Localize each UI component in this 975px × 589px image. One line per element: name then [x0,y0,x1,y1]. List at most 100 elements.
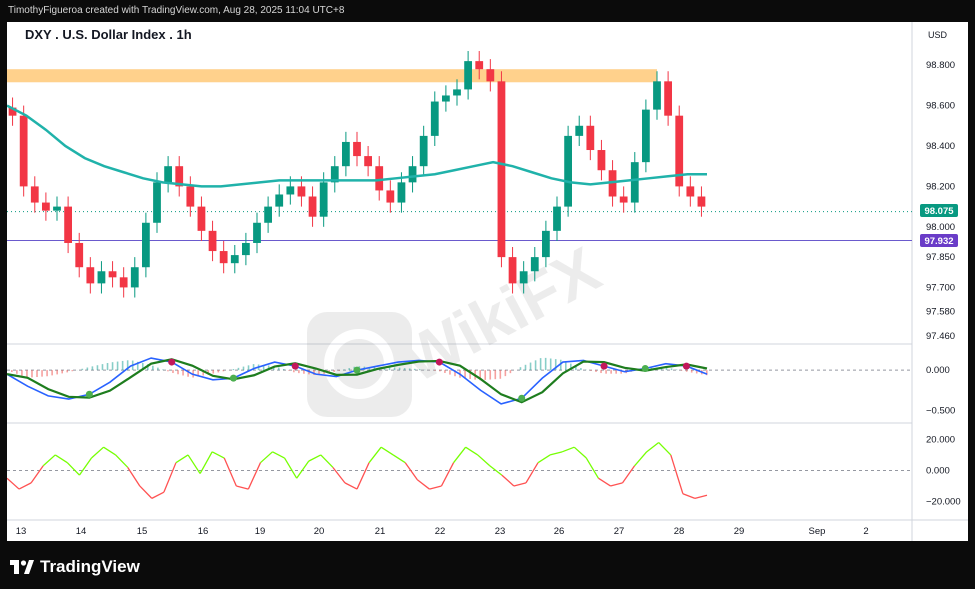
candle [697,186,706,217]
osc-segment [368,446,382,464]
osc-segment [610,482,623,487]
macd-histogram-bar [293,370,295,373]
osc-segment [465,446,479,456]
candle [264,196,272,233]
chart-svg[interactable]: WikiFX 98.800 98.600 98.400 98.200 98.000 97.… [7,22,968,541]
osc-tick-label: 20.000 [926,434,955,445]
last-price-value: 98.075 [924,206,954,217]
price-tick-label: 97.580 [926,307,955,318]
candle [119,267,128,298]
candle-body [530,257,539,272]
macd-histogram-bar [162,369,164,371]
tradingview-logo[interactable]: TradingView [10,557,140,577]
candle-body [53,206,61,211]
price-axis: 98.800 98.600 98.400 98.200 98.000 97.850 97.7… [926,60,961,507]
wikifx-watermark: WikiFX [307,233,612,417]
osc-segment [151,491,165,499]
time-tick-label: 23 [495,526,506,537]
candle-body [208,230,217,252]
candle-body [419,135,428,167]
osc-segment [103,446,116,456]
candle [453,79,461,106]
resistance-zone [7,69,657,83]
candle [664,71,672,126]
osc-segment [634,451,648,467]
osc-segment [585,457,599,479]
macd-histogram-bar [11,370,13,372]
macd-cross-down-dot [682,362,690,370]
candle-body [597,150,606,171]
candle-body [642,109,650,163]
chart-area[interactable]: WikiFX 98.800 98.600 98.400 98.200 98.000 97.… [7,22,968,541]
osc-segment [284,457,298,479]
macd-histogram-bar [121,360,124,371]
candle-body [442,95,450,102]
macd-histogram-bar [101,364,104,371]
macd-histogram-bar [16,370,18,374]
macd-histogram-bar [398,367,401,371]
candle-body [97,271,106,284]
candle-body [575,125,584,136]
macd-histogram-bar [116,361,119,371]
macd-histogram-bar [449,370,451,375]
macd-histogram-bar [434,370,436,371]
candle-body [42,202,50,211]
osc-segment [537,454,551,464]
candle-body [508,257,517,284]
osc-segment [525,462,539,484]
macd-histogram-bar [51,370,53,376]
candle [430,91,439,146]
candle-body [475,61,484,70]
macd-histogram-bar [413,368,416,371]
candle-body [186,186,195,207]
osc-segment [175,454,189,464]
osc-segment [501,474,515,487]
macd-histogram-bar [86,367,89,371]
candle-body [242,242,250,256]
tradingview-icon [10,560,34,574]
macd-histogram-bar [237,367,240,371]
oscillator-pane [7,442,912,500]
macd-histogram-bar [222,370,225,372]
macd-pane [7,357,912,405]
macd-histogram-bar [595,370,597,372]
macd-histogram-bar [91,366,94,371]
osc-segment [682,493,696,499]
candle-body [497,81,506,258]
candle-body [297,186,306,197]
candle-body [586,125,595,151]
macd-histogram-bar [46,370,48,377]
osc-segment [429,485,442,490]
candle-body [697,196,706,207]
candle-body [275,194,284,207]
macd-histogram-bar [247,365,250,371]
macd-histogram-bar [157,367,159,371]
candle [408,156,417,193]
macd-histogram-bar [549,358,552,371]
price-tick-label: 98.400 [926,141,955,152]
macd-histogram-bar [56,370,58,375]
candle [575,115,584,146]
candle-body [653,81,661,110]
macd-histogram-bar [277,367,280,371]
line-price-badge: 97.932 [920,234,958,247]
candle [630,152,639,213]
time-tick-label: 22 [435,526,446,537]
time-tick-label: 28 [674,526,685,537]
candle-body [542,230,550,258]
candle-body [486,69,495,82]
macd-histogram-bar [167,370,169,372]
candle-body [686,186,695,197]
macd-histogram-bar [182,370,184,376]
candle [619,186,628,213]
candle-body [64,206,72,243]
osc-segment [416,479,430,490]
candle [175,156,184,197]
candle [353,131,361,167]
macd-histogram-bar [288,370,290,371]
macd-histogram-bar [282,369,285,371]
osc-segment [272,451,285,459]
macd-histogram-bar [333,370,335,372]
time-tick-label: 15 [137,526,148,537]
candle-body [130,267,139,288]
